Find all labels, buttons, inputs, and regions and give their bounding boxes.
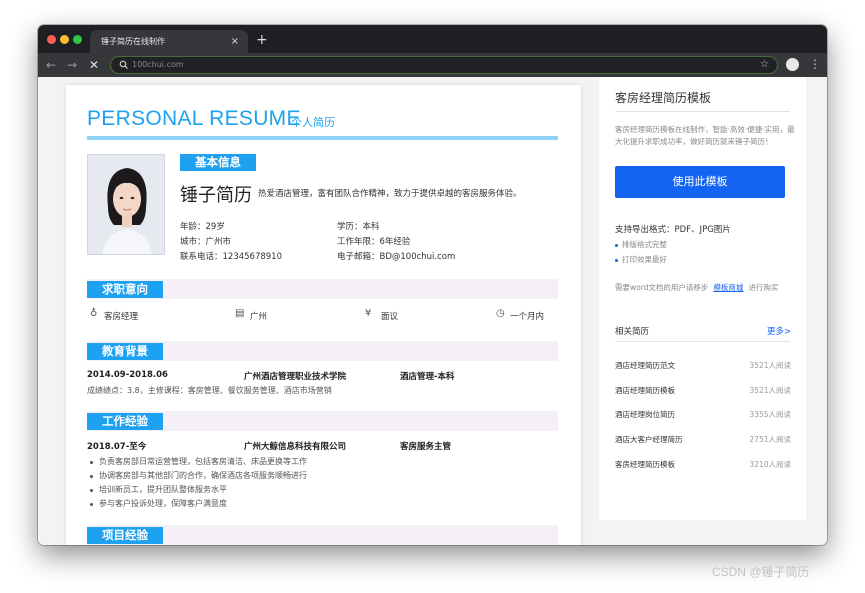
divider: [615, 341, 790, 342]
stop-loading-icon[interactable]: ✕: [89, 57, 99, 73]
work-period: 2018.07-至今: [87, 442, 147, 452]
intent-salary: 面议: [381, 312, 399, 322]
feature-item: 打印效果最好: [615, 254, 667, 265]
resume-preview: PERSONAL RESUME 个人简历 基本信息 锤子简历 热爱酒店管理，富有…: [66, 85, 581, 545]
intent-position: 客房经理: [104, 312, 139, 322]
bullet-dot: [90, 489, 93, 492]
bullet-dot: [90, 503, 93, 506]
info-city: 城市：广州市: [180, 237, 232, 247]
intent-location: 广州: [250, 312, 268, 322]
word-note-prefix: 需要word文档的用户请移步: [615, 283, 709, 292]
intent-availability: 一个月内: [510, 312, 545, 322]
kebab-menu-icon[interactable]: ⋮: [809, 56, 821, 72]
location-icon: ▤: [235, 308, 245, 319]
resume-subtitle: 个人简历: [291, 116, 335, 129]
resume-title: PERSONAL RESUME: [87, 107, 301, 130]
browser-window: 锤子简历在线制作 × + ← → ✕ 100chui.com ☆ ⋮ PERSO…: [38, 25, 827, 545]
related-item-link[interactable]: 酒店大客户经理简历: [615, 434, 683, 445]
related-item-count: 3355人阅读: [749, 410, 791, 419]
section-education: 教育背景: [87, 343, 163, 360]
related-title: 相关简历: [615, 327, 650, 337]
forward-icon[interactable]: →: [67, 57, 77, 73]
work-company: 广州大鲸信息科技有限公司: [244, 442, 347, 452]
url-text: 100chui.com: [132, 60, 184, 69]
related-item-count: 3210人阅读: [749, 460, 791, 469]
tab-title: 锤子简历在线制作: [101, 37, 165, 46]
related-more-link[interactable]: 更多>: [767, 325, 791, 337]
browser-toolbar: ← → ✕ 100chui.com ☆ ⋮: [38, 53, 827, 77]
page-content: PERSONAL RESUME 个人简历 基本信息 锤子简历 热爱酒店管理，富有…: [38, 77, 827, 545]
related-item-link[interactable]: 酒店经理简历模板: [615, 385, 675, 396]
close-tab-icon[interactable]: ×: [231, 30, 239, 53]
info-education: 学历：本科: [337, 222, 380, 232]
related-item-link[interactable]: 酒店经理岗位简历: [615, 409, 675, 420]
profile-photo: [87, 154, 165, 255]
browser-tab[interactable]: 锤子简历在线制作 ×: [90, 30, 248, 53]
maximize-window-button[interactable]: [73, 35, 82, 44]
close-window-button[interactable]: [47, 35, 56, 44]
salary-icon: ¥: [365, 308, 372, 319]
clock-icon: ◷: [496, 308, 505, 319]
word-note: 需要word文档的用户请移步 模板商城 进行购买: [615, 282, 778, 293]
address-bar[interactable]: 100chui.com ☆: [110, 56, 778, 74]
minimize-window-button[interactable]: [60, 35, 69, 44]
education-school: 广州酒店管理职业技术学院: [244, 372, 347, 382]
back-icon[interactable]: ←: [46, 57, 56, 73]
template-sidebar: 客房经理简历模板 客房经理简历模板在线制作，智能·高效·便捷·实用，最大化提升求…: [599, 77, 806, 520]
related-item-link[interactable]: 客房经理简历模板: [615, 459, 675, 470]
work-bullet: 参与客户投诉处理，保障客户满意度: [99, 499, 227, 508]
bullet-icon: [615, 243, 618, 247]
new-tab-icon[interactable]: +: [256, 30, 268, 50]
position-icon: ♁: [90, 308, 98, 319]
info-age: 年龄：29岁: [180, 222, 225, 232]
bullet-icon: [615, 258, 618, 262]
bookmark-star-icon[interactable]: ☆: [760, 57, 769, 73]
section-work: 工作经验: [87, 413, 163, 430]
bullet-dot: [90, 475, 93, 478]
watermark-text: CSDN @锤子简历: [712, 565, 810, 579]
work-bullet: 负责客房部日常运营管理，包括客房清洁、床品更换等工作: [99, 457, 307, 466]
bullet-dot: [90, 461, 93, 464]
related-item-count: 3521人阅读: [749, 361, 791, 370]
profile-avatar-icon[interactable]: [786, 58, 799, 71]
info-email: 电子邮箱：BD@100chui.com: [337, 252, 456, 262]
related-item-count: 3521人阅读: [749, 386, 791, 395]
education-major: 酒店管理-本科: [400, 372, 455, 382]
word-note-suffix: 进行购买: [748, 283, 779, 292]
template-title: 客房经理简历模板: [615, 91, 712, 105]
use-template-button[interactable]: 使用此模板: [615, 166, 785, 198]
title-divider: [87, 136, 558, 140]
education-detail: 成绩绩点：3.8，主修课程：客房管理、餐饮服务管理、酒店市场营销: [87, 386, 332, 395]
work-bullet: 培训新员工，提升团队整体服务水平: [99, 485, 227, 494]
work-role: 客房服务主管: [400, 442, 452, 452]
search-icon: [119, 60, 128, 69]
related-item-link[interactable]: 酒店经理简历范文: [615, 360, 675, 371]
education-period: 2014.09-2018.06: [87, 370, 168, 380]
feature-item: 排版格式完整: [615, 239, 667, 250]
related-item-count: 2751人阅读: [749, 435, 791, 444]
divider: [615, 111, 790, 112]
template-description: 客房经理简历模板在线制作，智能·高效·便捷·实用，最大化提升求职成功率，做好简历…: [615, 125, 795, 146]
work-bullet: 协调客房部与其他部门的合作，确保酒店各项服务顺畅进行: [99, 471, 307, 480]
feature-text: 打印效果最好: [622, 255, 667, 264]
candidate-tagline: 热爱酒店管理，富有团队合作精神，致力于提供卓越的客房服务体验。: [258, 189, 522, 199]
title-bar: 锤子简历在线制作 × +: [38, 25, 827, 53]
section-job-intent: 求职意向: [87, 281, 163, 298]
candidate-name: 锤子简历: [180, 185, 252, 206]
export-formats: 支持导出格式：PDF、JPG图片: [615, 225, 731, 235]
section-project: 项目经验: [87, 527, 163, 544]
section-basic-info: 基本信息: [180, 154, 256, 171]
feature-text: 排版格式完整: [622, 240, 667, 249]
template-store-link[interactable]: 模板商城: [713, 283, 743, 292]
info-phone: 联系电话：12345678910: [180, 252, 282, 262]
info-years: 工作年限：6年经验: [337, 237, 411, 247]
